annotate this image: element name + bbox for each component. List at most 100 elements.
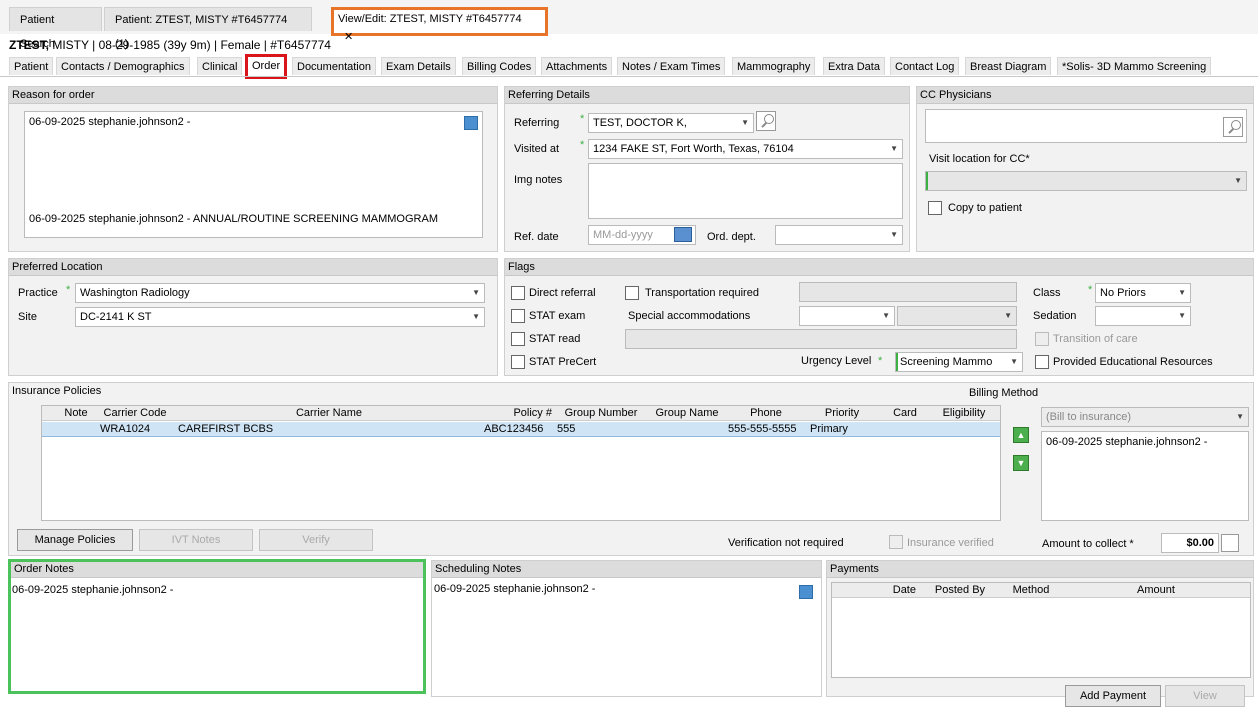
payments-title: Payments <box>827 561 1253 578</box>
ord-dept-select[interactable]: ▼ <box>775 225 903 245</box>
col-amount: Amount <box>1137 584 1175 596</box>
chevron-down-icon: ▼ <box>1178 288 1186 297</box>
class-select[interactable]: No Priors ▼ <box>1095 283 1191 303</box>
img-notes-input[interactable] <box>588 163 903 219</box>
cc-panel: CC Physicians Visit location for CC* ▼ C… <box>916 86 1254 252</box>
req-star: * <box>66 284 71 296</box>
preferred-title: Preferred Location <box>9 259 497 276</box>
insurance-table[interactable]: Note Carrier Code Carrier Name Policy # … <box>41 405 1001 521</box>
preferred-panel: Preferred Location Practice * Washington… <box>8 258 498 376</box>
table-row[interactable]: WRA1024 CAREFIRST BCBS ABC123456 555 555… <box>42 422 1000 437</box>
subtab-mammography[interactable]: Mammography <box>732 57 816 75</box>
ivt-notes-button: IVT Notes <box>139 529 253 551</box>
transportation-checkbox[interactable] <box>625 286 639 300</box>
site-label: Site <box>18 311 37 323</box>
patient-details: | 08-29-1985 (39y 9m) | Female | #T64577… <box>92 38 331 52</box>
stat-read-checkbox[interactable] <box>511 332 525 346</box>
tab-view-edit[interactable]: View/Edit: ZTEST, MISTY #T6457774 ✕ <box>331 7 548 43</box>
stat-precert-checkbox[interactable] <box>511 355 525 369</box>
insurance-title: Insurance Policies <box>9 383 1253 400</box>
chevron-down-icon: ▼ <box>472 288 480 297</box>
special-accommodations-select[interactable]: ▼ <box>799 306 895 326</box>
stat-read-label: STAT read <box>529 333 581 345</box>
subtab-clinical[interactable]: Clinical <box>197 57 243 75</box>
subtab-documentation[interactable]: Documentation <box>292 57 376 75</box>
site-select[interactable]: DC-2141 K ST ▼ <box>75 307 485 327</box>
bill-to-value: (Bill to insurance) <box>1046 411 1131 423</box>
verification-label: Verification not required <box>728 537 844 549</box>
move-up-icon[interactable]: ▲ <box>1013 427 1029 443</box>
subtab-attachments[interactable]: Attachments <box>541 57 613 75</box>
visit-location-select[interactable]: ▼ <box>925 171 1247 191</box>
subtab-breast-diagram[interactable]: Breast Diagram <box>965 57 1052 75</box>
subtab-notes-exam-times[interactable]: Notes / Exam Times <box>617 57 726 75</box>
transition-of-care-label: Transition of care <box>1053 333 1138 345</box>
cc-title: CC Physicians <box>917 87 1253 104</box>
flags-title: Flags <box>505 259 1253 276</box>
col-group-number: Group Number <box>564 407 638 419</box>
add-payment-button[interactable]: Add Payment <box>1065 685 1161 707</box>
transition-of-care-checkbox <box>1035 332 1049 346</box>
stat-exam-checkbox[interactable] <box>511 309 525 323</box>
referring-title: Referring Details <box>505 87 909 104</box>
col-priority: Priority <box>824 407 860 419</box>
col-card: Card <box>893 407 917 419</box>
visited-value: 1234 FAKE ST, Fort Worth, Texas, 76104 <box>593 143 794 155</box>
tab-patient[interactable]: Patient: ZTEST, MISTY #T6457774 (1) <box>104 7 312 50</box>
search-icon[interactable] <box>756 111 776 131</box>
direct-referral-checkbox[interactable] <box>511 286 525 300</box>
visited-label: Visited at <box>514 143 560 155</box>
req-star: * <box>580 113 585 125</box>
class-label: Class <box>1033 287 1061 299</box>
scheduling-notes-text[interactable]: 06-09-2025 stephanie.johnson2 - <box>434 583 595 595</box>
site-value: DC-2141 K ST <box>80 311 152 323</box>
cell-carrier-code: WRA1024 <box>100 423 151 435</box>
patient-first-name: MISTY <box>49 38 89 52</box>
order-notes-title: Order Notes <box>11 562 423 578</box>
billing-method-label: Billing Method <box>969 387 1039 399</box>
req-marker <box>896 353 898 371</box>
tab-patient-search[interactable]: Patient Search <box>9 7 102 50</box>
order-notes-panel: Order Notes 06-09-2025 stephanie.johnson… <box>8 559 426 694</box>
transportation-input <box>799 282 1017 302</box>
search-icon[interactable] <box>1223 117 1243 137</box>
cc-select[interactable] <box>925 109 1247 143</box>
reason-textarea[interactable]: 06-09-2025 stephanie.johnson2 - 06-09-20… <box>24 111 483 238</box>
subtab-solis-3d[interactable]: *Solis- 3D Mammo Screening <box>1057 57 1212 75</box>
move-down-icon[interactable]: ▼ <box>1013 455 1029 471</box>
urgency-select[interactable]: Screening Mammo ▼ <box>895 352 1023 372</box>
referring-select[interactable]: TEST, DOCTOR K, ▼ <box>588 113 754 133</box>
edit-note-icon[interactable] <box>799 585 813 599</box>
subtab-underline <box>0 76 1258 77</box>
close-icon[interactable]: ✕ <box>344 31 353 43</box>
subtab-patient[interactable]: Patient <box>9 57 54 75</box>
calendar-icon[interactable] <box>674 227 692 242</box>
billing-note-box[interactable]: 06-09-2025 stephanie.johnson2 - <box>1041 431 1249 521</box>
practice-label: Practice <box>18 287 58 299</box>
subtab-exam-details[interactable]: Exam Details <box>381 57 456 75</box>
referring-value: TEST, DOCTOR K, <box>593 117 687 129</box>
amount-input[interactable]: $0.00 <box>1161 533 1219 553</box>
edit-note-icon[interactable] <box>464 116 478 130</box>
manage-policies-button[interactable]: Manage Policies <box>17 529 133 551</box>
class-value: No Priors <box>1100 287 1146 299</box>
col-posted-by: Posted By <box>934 584 986 596</box>
order-notes-text[interactable]: 06-09-2025 stephanie.johnson2 - <box>12 584 173 596</box>
subtab-billing-codes[interactable]: Billing Codes <box>462 57 537 75</box>
practice-value: Washington Radiology <box>80 287 190 299</box>
list-icon[interactable] <box>1221 534 1239 552</box>
educational-checkbox[interactable] <box>1035 355 1049 369</box>
cell-policy: ABC123456 <box>484 423 544 435</box>
col-method: Method <box>1012 584 1050 596</box>
subtab-contact-log[interactable]: Contact Log <box>890 57 960 75</box>
subtab-extra-data[interactable]: Extra Data <box>823 57 885 75</box>
practice-select[interactable]: Washington Radiology ▼ <box>75 283 485 303</box>
copy-to-patient-checkbox[interactable] <box>928 201 942 215</box>
visited-select[interactable]: 1234 FAKE ST, Fort Worth, Texas, 76104 ▼ <box>588 139 903 159</box>
urgency-label: Urgency Level <box>801 355 872 367</box>
subtab-contacts[interactable]: Contacts / Demographics <box>56 57 190 75</box>
chevron-down-icon: ▼ <box>1234 176 1242 185</box>
stat-read-input <box>625 329 1017 349</box>
sedation-select[interactable]: ▼ <box>1095 306 1191 326</box>
payments-table[interactable]: Date Posted By Method Amount <box>831 582 1251 678</box>
